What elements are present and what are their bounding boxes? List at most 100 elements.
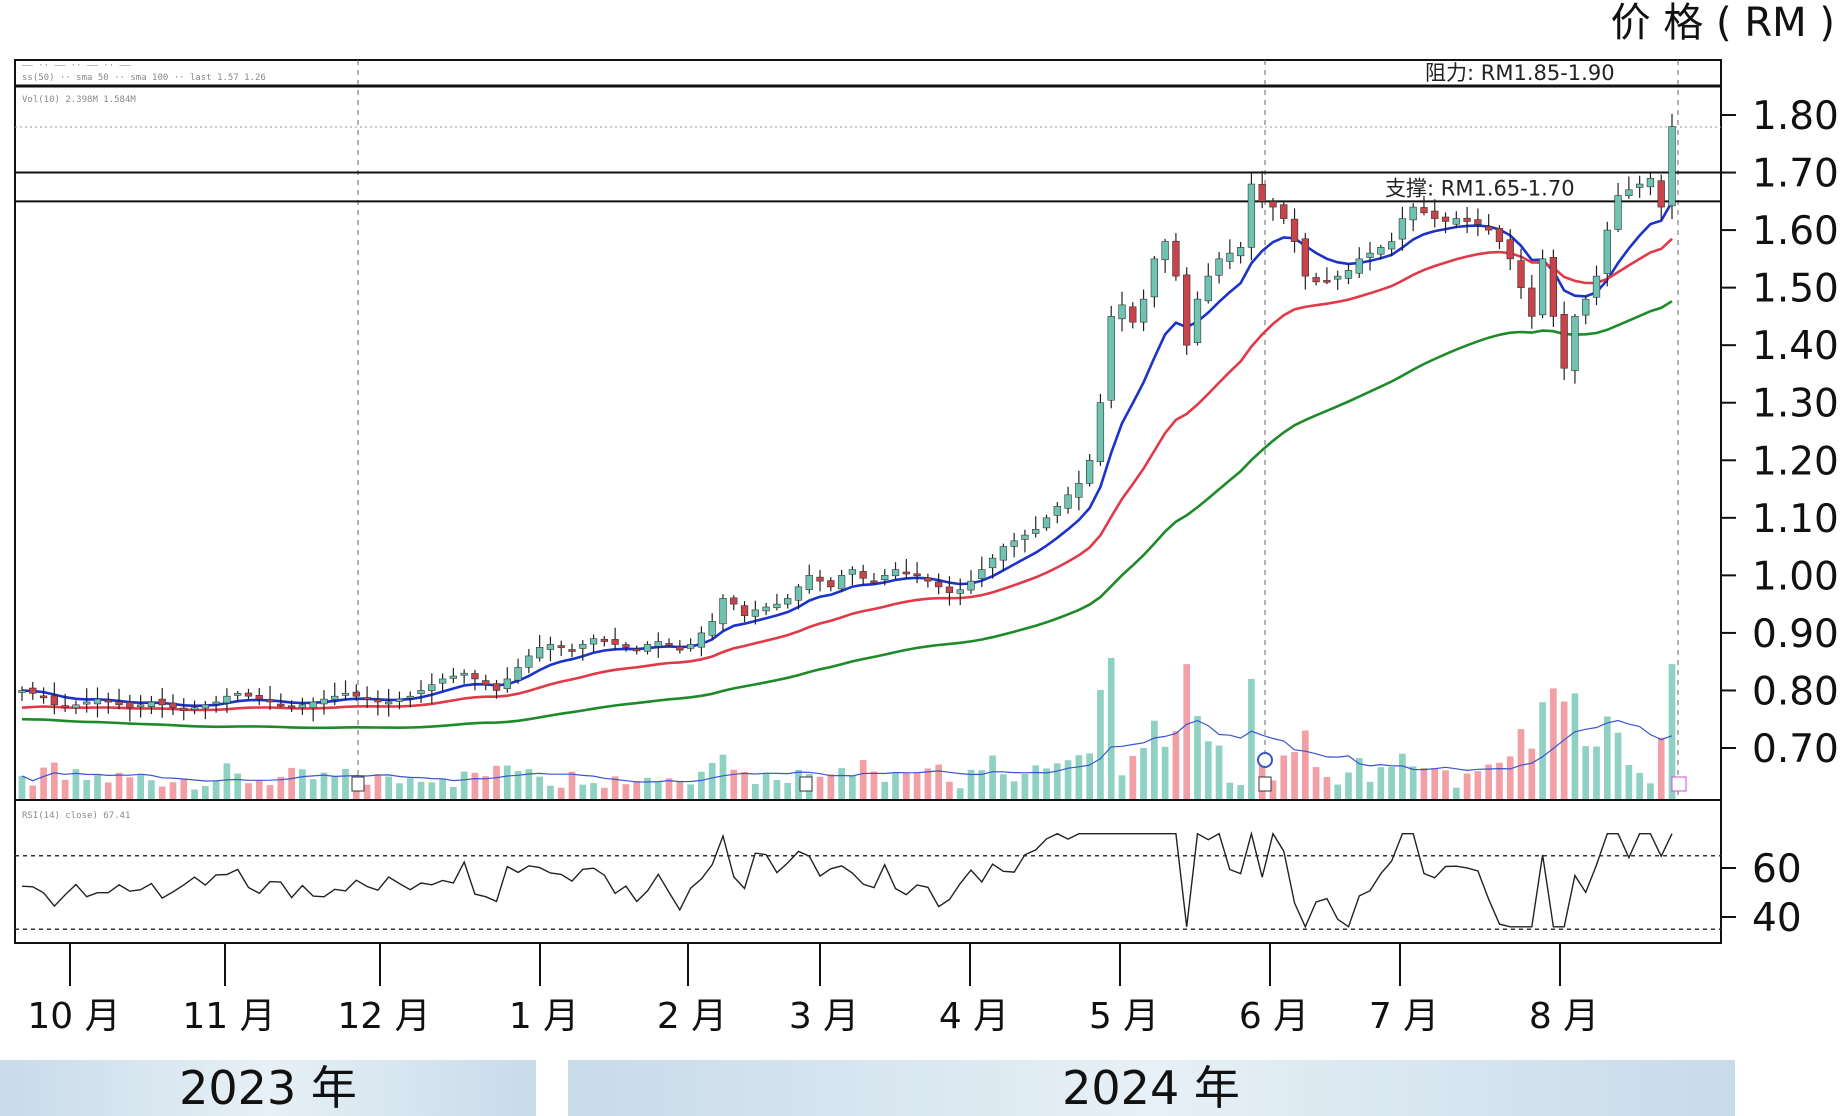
candle-body [1075,482,1083,498]
volume-bar [374,774,382,800]
volume-bar [1204,741,1212,800]
volume-indicator-header: Vol(10) 2.398M 1.584M [22,95,136,105]
volume-bar [94,775,101,800]
candle-body [309,701,317,709]
volume-bar [547,785,554,800]
volume-bar [1571,693,1579,800]
candle-body [1366,252,1374,258]
y-tick-label: 1.20 [1752,439,1839,484]
volume-bars [18,657,1676,800]
candle-body [1129,306,1137,323]
candle-body [298,704,307,709]
volume-bar [406,778,414,800]
volume-bar [676,781,684,800]
candle-body [1290,218,1299,242]
candle-body [255,694,263,700]
volume-bar [1388,766,1395,800]
volume-bar [1140,747,1147,800]
candle-body [579,644,587,649]
candle-body [39,695,48,699]
volume-bar [439,778,446,800]
candle-body [460,672,468,676]
volume-bar [1560,701,1568,800]
candle-body [525,655,533,668]
event-marker-last [1671,776,1687,792]
volume-bar [568,771,576,800]
volume-bar [1021,774,1029,800]
month-axis: 10 月 11 月 12 月 1 月 2 月 3 月 4 月 5 月 6 月 7 月 8 月 [27,943,1599,1037]
candle-body [708,621,716,636]
volume-bar [201,785,209,800]
volume-bar [396,783,403,800]
candle-body [546,644,555,650]
price-axis: 1.80 1.70 1.60 1.50 1.40 1.30 1.20 1.10 1.00 0.90… [1721,94,1839,772]
candle-body [1344,270,1353,279]
volume-bar [1442,770,1449,800]
volume-bar [687,784,694,800]
candle-body [686,644,695,649]
candle-body [611,639,619,645]
volume-bar [1000,774,1007,800]
volume-bar [1420,767,1428,800]
candle-body [988,557,997,569]
volume-bar [946,781,953,800]
candle-body [622,644,630,648]
volume-bar [1301,730,1309,800]
volume-bar [557,787,565,800]
volume-bar [1409,766,1417,800]
candle-body [1625,189,1633,196]
x-tick-label: 11 月 [182,996,275,1037]
candle-body [1226,252,1234,262]
candle-body [1398,218,1407,240]
candle-body [320,698,328,705]
candle-body [1086,459,1094,484]
candle-body [471,673,479,680]
volume-bar [1226,782,1234,800]
candle-body [180,707,188,711]
candle-body [1172,240,1180,277]
volume-bar [1107,657,1115,800]
candle-body [665,643,673,646]
volume-bar [1399,753,1406,800]
volume-bar [1151,720,1158,800]
volume-bar [1280,755,1288,800]
volume-bar [115,772,123,800]
candle-body [1042,517,1051,529]
candle-body [1431,210,1439,219]
candle-body [1377,247,1385,255]
volume-bar [1636,772,1643,800]
candle-body [848,569,857,575]
volume-bar [1194,716,1201,800]
candle-body [449,675,458,679]
candle-body [406,695,414,699]
candle-body [837,575,846,590]
volume-bar [1345,772,1352,800]
candle-body [1441,216,1450,222]
candle-body [1032,529,1040,534]
candle-body [29,687,37,694]
event-marker-circle [1257,752,1273,768]
candle-body [784,598,792,605]
volume-bar [1291,752,1298,800]
volume-bar [1603,716,1611,800]
resistance-annotation: 阻力: RM1.85-1.90 [1425,61,1615,85]
candle-body [1301,238,1309,277]
volume-bar [1614,732,1622,800]
candle-body [924,577,932,582]
candle-body [428,684,436,691]
volume-bar [288,767,295,800]
volume-bar [579,784,587,800]
candle-body [50,695,58,706]
volume-bar [245,783,252,800]
candle-body [438,678,447,684]
x-tick-label: 1 月 [509,996,579,1037]
volume-bar [1032,765,1040,800]
candle-body [794,586,803,601]
volume-bar [708,762,716,800]
candle-body [697,632,706,648]
candle-body [1646,178,1655,188]
volume-bar [471,772,479,800]
volume-bar [1086,753,1093,800]
candle-body [1560,314,1568,369]
volume-bar [40,767,47,800]
